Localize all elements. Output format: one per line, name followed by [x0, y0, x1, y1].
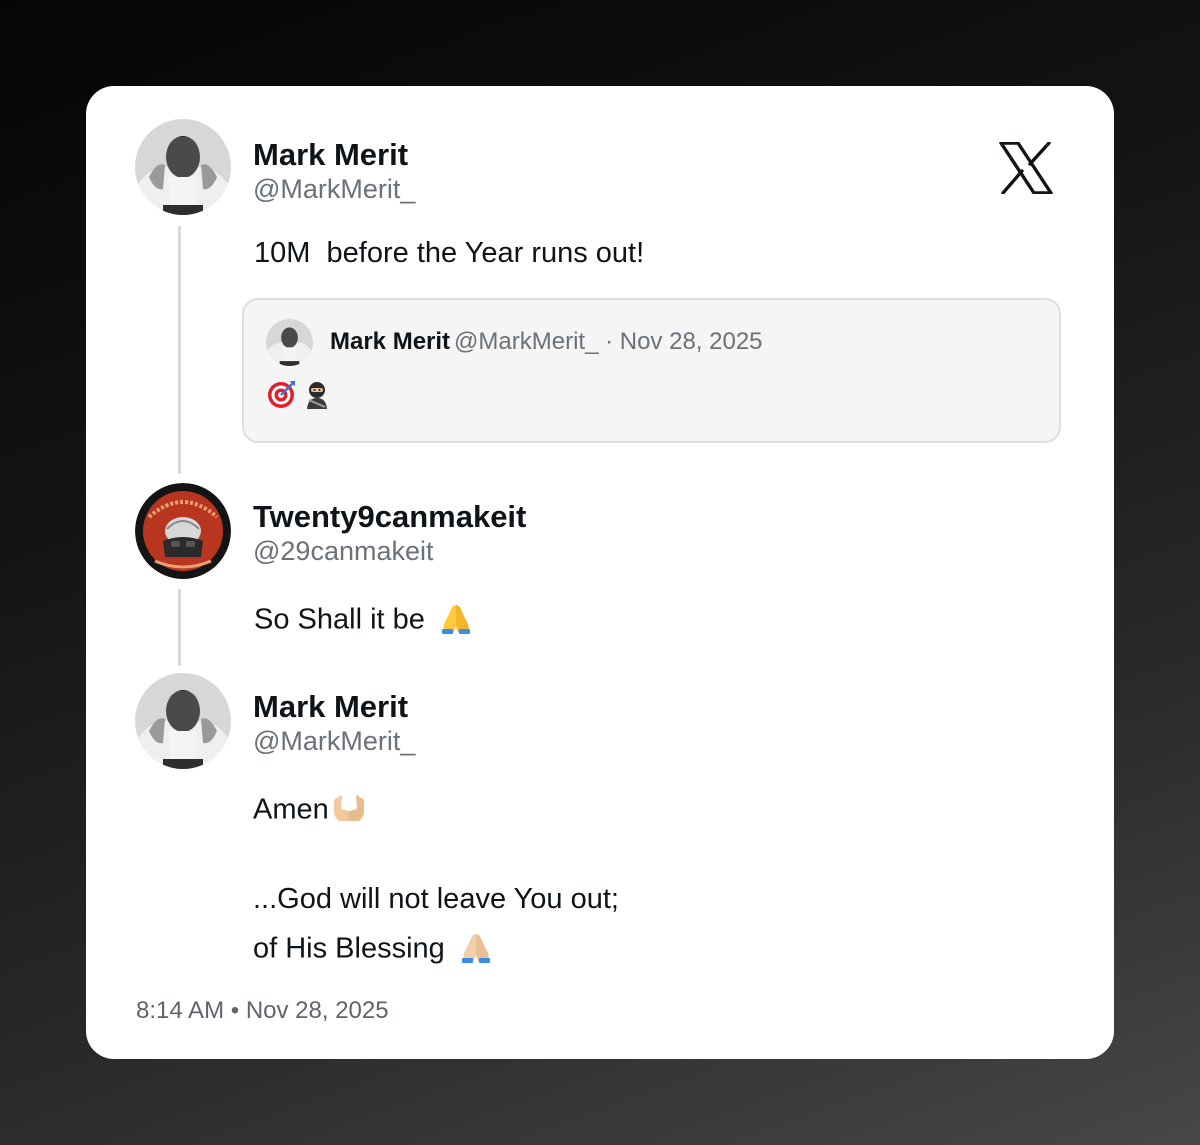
avatar-image: [266, 319, 313, 366]
author-handle[interactable]: @29canmakeit: [253, 538, 434, 565]
author-name[interactable]: Mark Merit: [253, 139, 408, 170]
post-card: Mark Merit @MarkMerit_ 10M before the Ye…: [86, 86, 1114, 1059]
avatar[interactable]: [135, 119, 231, 215]
author-handle[interactable]: @MarkMerit_: [253, 728, 415, 755]
direct-hit-emoji: [266, 380, 296, 415]
avatar-image: [135, 483, 231, 579]
post-text: Amen: [253, 793, 329, 826]
palms-up-together-emoji: [331, 793, 367, 829]
x-logo-icon[interactable]: [999, 142, 1053, 194]
post-text-line: of His Blessing: [253, 931, 493, 969]
quoted-post-content: [266, 380, 332, 410]
ninja-emoji: [302, 380, 332, 415]
avatar[interactable]: [135, 483, 231, 579]
quoted-post-date: Nov 28, 2025: [619, 328, 763, 355]
post-text: of His Blessing: [253, 932, 445, 965]
folded-hands-emoji: [439, 602, 473, 640]
avatar: [266, 319, 313, 366]
author-name[interactable]: Mark Merit: [253, 691, 408, 722]
post-text-line: So Shall it be: [254, 602, 473, 640]
post-date: Nov 28, 2025: [245, 997, 389, 1024]
post-text: So Shall it be: [254, 603, 425, 636]
quoted-post-header: Mark Merit @MarkMerit_ · Nov 28, 2025: [330, 330, 763, 354]
post-text: 10M before the Year runs out!: [254, 237, 645, 269]
separator: ·: [598, 328, 620, 355]
post-time: 8:14 AM: [136, 997, 225, 1024]
thread-connector: [178, 226, 181, 474]
quoted-author-name[interactable]: Mark Merit: [330, 328, 450, 355]
avatar-image: [135, 673, 231, 769]
separator: •: [224, 997, 246, 1024]
post-text: ...God will not leave You out;: [253, 883, 619, 915]
avatar-image: [135, 119, 231, 215]
quoted-author-handle[interactable]: @MarkMerit_: [454, 328, 598, 355]
post-text-line: Amen: [253, 793, 367, 829]
quoted-post[interactable]: Mark Merit @MarkMerit_ · Nov 28, 2025: [242, 298, 1061, 443]
author-handle[interactable]: @MarkMerit_: [253, 176, 415, 203]
avatar[interactable]: [135, 673, 231, 769]
author-name[interactable]: Twenty9canmakeit: [253, 501, 526, 532]
folded-hands-emoji: [459, 931, 493, 969]
post-timestamp[interactable]: 8:14 AM • Nov 28, 2025: [136, 999, 389, 1023]
thread-connector: [178, 589, 181, 666]
